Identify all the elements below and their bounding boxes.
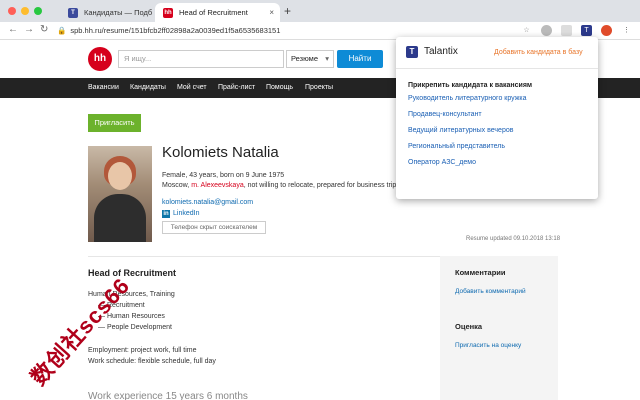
candidate-info: Female, 43 years, born on 9 June 1975 Mo… xyxy=(162,171,400,191)
talantix-logo-icon: T xyxy=(406,46,418,58)
linkedin-icon: in xyxy=(162,210,170,218)
nav-help[interactable]: Помощь xyxy=(266,78,293,98)
talantix-popup: T Talantix Добавить кандидата в базу При… xyxy=(396,37,598,199)
menu-icon[interactable]: ⋮ xyxy=(621,25,632,36)
metro-station: m. Alexeevskaya xyxy=(191,182,244,189)
phone-hidden-badge: Телефон скрыт соискателем xyxy=(162,221,266,234)
extension-icon[interactable] xyxy=(541,25,552,36)
watermark-layer: 数创社scs66 xyxy=(0,0,160,400)
profile-icon[interactable] xyxy=(601,25,612,36)
vacancy-link[interactable]: Региональный представитель xyxy=(408,143,505,150)
search-type-value: Резюме xyxy=(291,54,318,63)
vacancy-link[interactable]: Оператор АЗС_демо xyxy=(408,159,476,166)
tab-title: Head of Recruitment xyxy=(179,8,248,17)
extension-icon[interactable] xyxy=(561,25,572,36)
attach-title: Прикрепить кандидата к вакансиям xyxy=(408,82,533,89)
watermark: 数创社scs66 xyxy=(25,272,135,391)
vacancy-link[interactable]: Ведущий литературных вечеров xyxy=(408,127,513,134)
new-tab-button[interactable]: + xyxy=(284,4,291,18)
hh-favicon-icon: hh xyxy=(163,8,173,18)
candidate-demographics: Female, 43 years, born on 9 June 1975 xyxy=(162,172,285,179)
vacancy-link[interactable]: Продавец-консультант xyxy=(408,111,482,118)
resume-updated-text: Resume updated 09.10.2018 13:18 xyxy=(466,236,561,242)
add-to-base-link[interactable]: Добавить кандидата в базу xyxy=(494,49,583,56)
nav-projects[interactable]: Проекты xyxy=(305,78,333,98)
extension-icons: ☆ T ⋮ xyxy=(521,25,632,36)
add-comment-link[interactable]: Добавить комментарий xyxy=(455,288,526,295)
nav-account[interactable]: Мой счет xyxy=(177,78,207,98)
divider xyxy=(396,68,598,69)
search-button[interactable]: Найти xyxy=(337,50,383,68)
candidate-location: Moscow, m. Alexeevskaya, not willing to … xyxy=(162,182,400,189)
rating-title: Оценка xyxy=(455,322,483,331)
vacancy-link[interactable]: Руководитель литературного кружка xyxy=(408,95,527,102)
comments-title: Комментарии xyxy=(455,268,506,277)
candidate-name: Kolomiets Natalia xyxy=(162,144,279,161)
email-link[interactable]: kolomiets.natalia@gmail.com xyxy=(162,199,253,206)
linkedin-link[interactable]: in LinkedIn xyxy=(162,210,199,218)
star-icon[interactable]: ☆ xyxy=(521,25,532,36)
talantix-extension-icon[interactable]: T xyxy=(581,25,592,36)
close-tab-icon[interactable]: × xyxy=(269,3,274,22)
chevron-down-icon: ▾ xyxy=(325,54,329,63)
popup-brand: Talantix xyxy=(424,46,458,57)
nav-pricelist[interactable]: Прайс-лист xyxy=(218,78,255,98)
tab-resume[interactable]: hh Head of Recruitment × xyxy=(155,3,280,22)
invite-rating-link[interactable]: Пригласить на оценку xyxy=(455,342,521,349)
search-type-select[interactable]: Резюме ▾ xyxy=(286,50,334,68)
